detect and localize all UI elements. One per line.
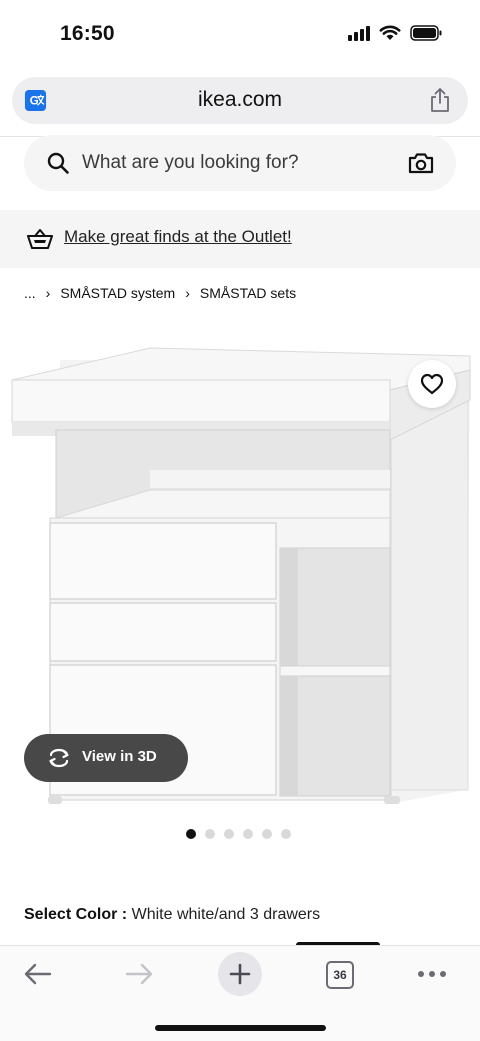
tabs-button[interactable]: 36 [326,961,354,989]
search-icon [47,152,69,174]
pagination-dot[interactable] [243,829,253,839]
outlet-banner[interactable]: Make great finds at the Outlet! [0,210,480,268]
outlet-link[interactable]: Make great finds at the Outlet! [64,227,292,247]
breadcrumb-item-smastad-system[interactable]: SMÅSTAD system [60,285,175,301]
pagination-dot[interactable] [281,829,291,839]
breadcrumb-separator: › [185,285,190,301]
color-selection-label: Select Color : [24,906,128,923]
breadcrumb: ... › SMÅSTAD system › SMÅSTAD sets [24,285,296,301]
basket-icon [27,229,53,249]
breadcrumb-ellipsis[interactable]: ... [24,285,36,301]
search-input[interactable] [82,135,392,191]
status-icons [348,25,442,41]
status-time: 16:50 [60,22,115,45]
heart-icon [420,373,444,395]
arrow-right-icon [125,963,153,985]
search-bar[interactable] [24,135,456,191]
color-selection-value: White white/and 3 drawers [131,906,321,923]
share-icon[interactable] [428,87,452,113]
view-in-3d-label: View in 3D [82,748,157,765]
pagination-dot[interactable] [205,829,215,839]
breadcrumb-item-smastad-sets[interactable]: SMÅSTAD sets [200,285,296,301]
home-indicator[interactable] [155,1025,326,1031]
back-button[interactable] [14,956,62,992]
address-bar[interactable]: G ikea.com [12,77,468,124]
plus-icon [229,963,251,985]
pagination-dot[interactable] [262,829,272,839]
battery-icon [410,25,442,41]
favorite-button[interactable] [408,360,456,408]
more-button[interactable] [408,956,456,992]
signal-icon [348,25,370,41]
wifi-icon [379,25,401,40]
status-bar: 16:50 [0,0,480,70]
url-text[interactable]: ikea.com [12,88,468,112]
forward-button[interactable] [115,956,163,992]
more-icon [418,971,446,977]
color-selection[interactable]: Select Color : White white/and 3 drawers [24,906,320,924]
rotate-3d-icon [49,748,69,768]
camera-icon[interactable] [408,151,434,175]
image-pagination [186,829,291,839]
pagination-dot[interactable] [186,829,196,839]
view-in-3d-button[interactable]: View in 3D [24,734,188,782]
breadcrumb-separator: › [45,285,51,301]
pagination-dot[interactable] [224,829,234,839]
new-tab-button[interactable] [218,952,262,996]
arrow-left-icon [24,963,52,985]
